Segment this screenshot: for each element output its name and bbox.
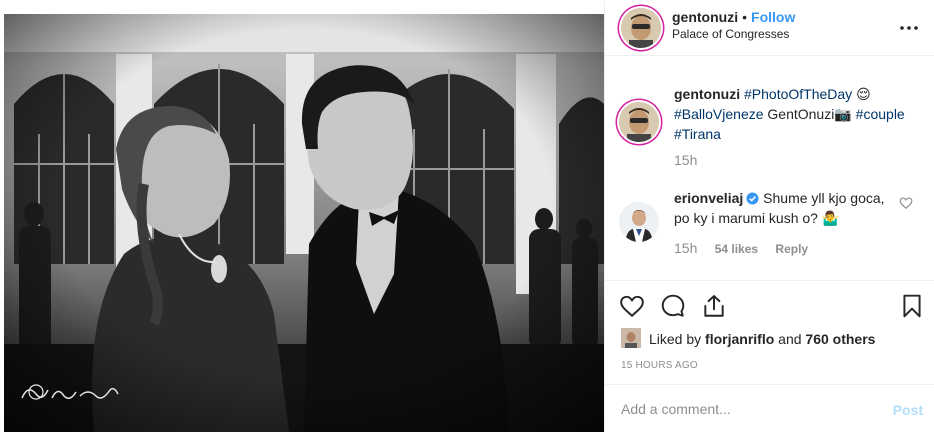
verified-badge-icon bbox=[746, 192, 759, 205]
camera-emoji: 📷 bbox=[834, 106, 852, 122]
post-media-area bbox=[0, 0, 604, 432]
liked-by-label: Liked by bbox=[649, 331, 702, 347]
relieved-face-emoji: 😌 bbox=[856, 86, 871, 102]
follow-button[interactable]: Follow bbox=[751, 9, 795, 25]
post-timestamp[interactable]: 15 HOURS AGO bbox=[621, 360, 698, 371]
photographer-signature-watermark bbox=[21, 384, 119, 400]
liked-by-user[interactable]: florjanriflo bbox=[705, 331, 774, 347]
liker-avatar[interactable] bbox=[621, 328, 641, 348]
photographer-credit: GentOnuzi bbox=[767, 106, 835, 122]
comment-time[interactable]: 15h bbox=[674, 240, 697, 256]
comment-meta: 15h 54 likes Reply bbox=[674, 240, 822, 256]
commenter-username[interactable]: erionveliaj bbox=[674, 190, 743, 206]
comment-text: erionveliaj Shume yll kjo goca, po ky i … bbox=[674, 188, 894, 228]
hashtag-tirana[interactable]: #Tirana bbox=[674, 126, 721, 142]
separator-dot: • bbox=[742, 9, 748, 25]
comment-likes-count[interactable]: 54 likes bbox=[715, 242, 758, 256]
hashtag-ballovjeneze[interactable]: #BalloVjeneze bbox=[674, 106, 764, 122]
add-comment-input[interactable] bbox=[621, 399, 871, 419]
header-user-line: gentonuzi • Follow bbox=[672, 9, 795, 25]
post-header: gentonuzi • Follow Palace of Congresses bbox=[605, 0, 934, 56]
commenter-avatar[interactable] bbox=[619, 202, 659, 242]
hashtag-photooftheday[interactable]: #PhotoOfTheDay bbox=[744, 86, 852, 102]
comment-like-heart-icon[interactable] bbox=[899, 196, 913, 210]
bookmark-icon[interactable] bbox=[899, 293, 925, 319]
post-details-panel: gentonuzi • Follow Palace of Congresses ge… bbox=[604, 0, 934, 432]
add-comment-section: Post bbox=[605, 384, 934, 432]
likes-text: Liked by florjanriflo and 760 others bbox=[649, 331, 875, 347]
avatar-image bbox=[619, 202, 659, 242]
more-horizontal-icon[interactable] bbox=[897, 16, 921, 40]
post-actions-bar bbox=[605, 280, 934, 330]
heart-icon[interactable] bbox=[619, 293, 645, 319]
caption-author-avatar[interactable] bbox=[619, 102, 659, 142]
comment-reply-button[interactable]: Reply bbox=[775, 242, 808, 256]
avatar-image bbox=[619, 102, 659, 142]
hashtag-couple[interactable]: #couple bbox=[856, 106, 905, 122]
caption-time[interactable]: 15h bbox=[674, 152, 697, 168]
post-photo[interactable] bbox=[4, 14, 604, 432]
avatar-image bbox=[621, 328, 641, 348]
share-icon[interactable] bbox=[701, 293, 727, 319]
caption-username[interactable]: gentonuzi bbox=[674, 86, 740, 102]
author-avatar[interactable] bbox=[621, 8, 661, 48]
post-comment-button[interactable]: Post bbox=[893, 402, 923, 418]
black-and-white-couple-photo bbox=[4, 14, 604, 432]
liked-by-and: and bbox=[778, 331, 802, 347]
caption-text: gentonuzi #PhotoOfTheDay 😌 #BalloVjeneze… bbox=[674, 84, 914, 144]
comment-icon[interactable] bbox=[660, 293, 686, 319]
avatar-image bbox=[621, 8, 661, 48]
post-location[interactable]: Palace of Congresses bbox=[672, 27, 789, 41]
liked-by-others[interactable]: 760 others bbox=[805, 331, 875, 347]
author-username[interactable]: gentonuzi bbox=[672, 9, 738, 25]
